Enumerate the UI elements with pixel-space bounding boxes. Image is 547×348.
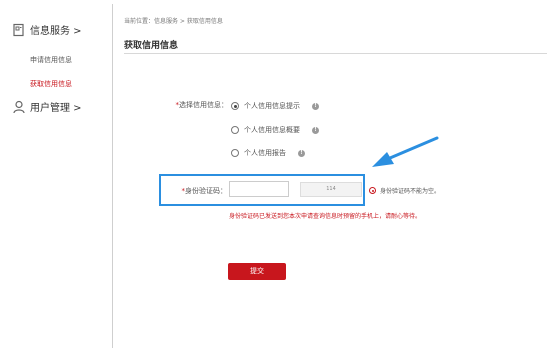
pointer-arrow-icon xyxy=(372,136,439,167)
